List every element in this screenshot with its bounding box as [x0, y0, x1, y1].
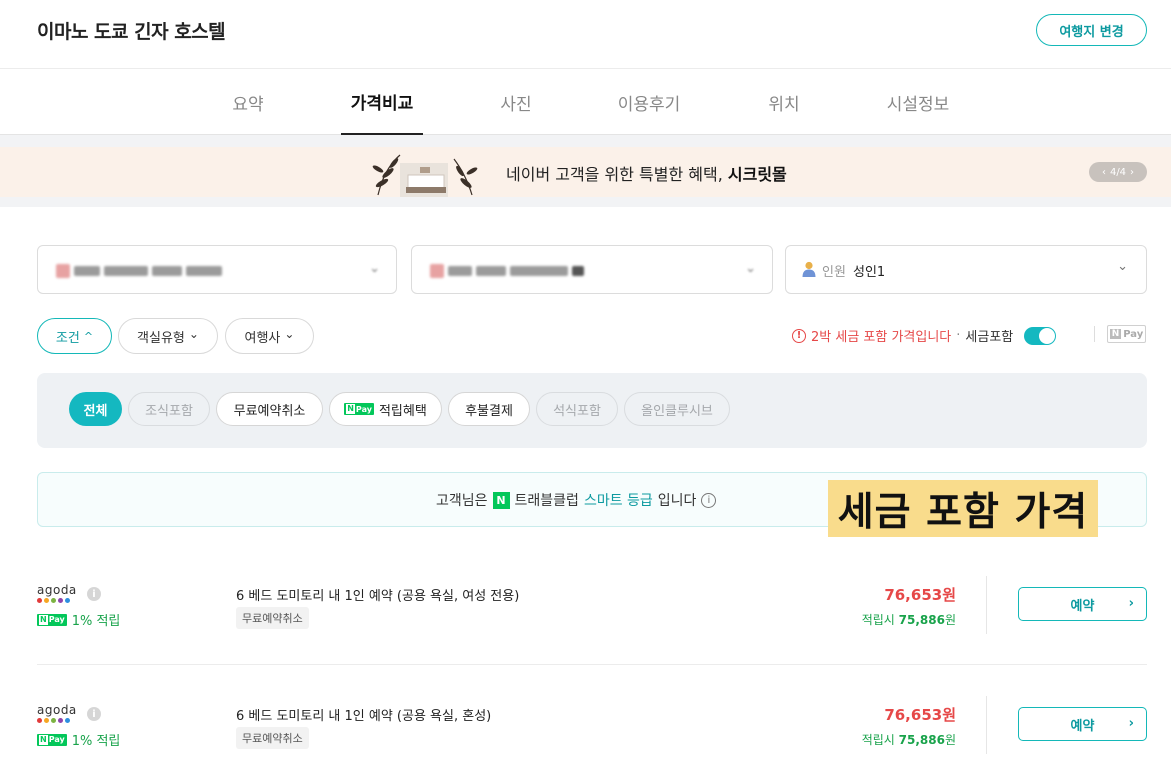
npay-reward: N Pay 1% 적립: [37, 730, 120, 749]
agoda-logo: agoda: [37, 704, 79, 723]
divider: [1094, 326, 1095, 342]
tab-price-compare[interactable]: 가격비교: [341, 69, 423, 135]
tab-summary[interactable]: 요약: [212, 69, 284, 135]
checkin-field[interactable]: ⌄: [37, 245, 397, 294]
npay-icon: N Pay: [37, 613, 67, 626]
checkout-value-redacted: [430, 264, 584, 278]
promo-banner[interactable]: 네이버 고객을 위한 특별한 혜택, 시크릿몰 ‹ 4/4 ›: [0, 147, 1171, 197]
chip-free-cancel[interactable]: 무료예약취소: [216, 392, 323, 426]
filter-conditions-button[interactable]: 조건 ^: [37, 318, 112, 354]
npay-icon: N Pay: [344, 403, 374, 415]
info-icon[interactable]: i: [701, 492, 717, 508]
tab-facilities[interactable]: 시설정보: [872, 69, 964, 135]
reward-price: 적립시 75,886원: [861, 733, 956, 747]
guest-value: 성인1: [853, 265, 886, 280]
grade-level: 스마트 등급: [583, 493, 653, 509]
chip-rewards[interactable]: N Pay 적립혜택: [329, 392, 442, 426]
tax-notice: ! 2박 세금 포함 가격입니다 · 세금포함: [792, 326, 1057, 345]
tab-photos[interactable]: 사진: [480, 69, 552, 135]
naver-n-icon: N: [492, 491, 510, 509]
checkout-chevron-icon: ⌄: [745, 261, 756, 276]
divider: [37, 664, 1147, 665]
checkin-value-redacted: [56, 264, 222, 278]
divider: [986, 576, 987, 634]
tax-include-toggle[interactable]: [1024, 326, 1057, 345]
chip-breakfast[interactable]: 조식포함: [128, 392, 210, 426]
checkout-field[interactable]: ⌄: [411, 245, 773, 294]
npay-reward: N Pay 1% 적립: [37, 610, 120, 629]
banner-text: 네이버 고객을 위한 특별한 혜택, 시크릿몰: [506, 165, 787, 184]
banner-pager[interactable]: ‹ 4/4 ›: [1089, 162, 1147, 182]
section-gap: [0, 197, 1171, 207]
chip-pay-later[interactable]: 후불결제: [448, 392, 530, 426]
chevron-up-icon: ^: [83, 329, 94, 343]
membership-grade-text: 고객님은 N 트래블클럽 스마트 등급 입니다 i: [436, 490, 717, 510]
npay-icon: N Pay: [37, 733, 67, 746]
checkin-chevron-icon: ⌄: [369, 261, 380, 276]
chip-dinner[interactable]: 석식포함: [536, 392, 618, 426]
chip-all[interactable]: 전체: [69, 392, 122, 426]
change-destination-button[interactable]: 여행지 변경: [1036, 14, 1147, 46]
tax-notice-text: 2박 세금 포함 가격입니다: [811, 330, 952, 345]
room-name: 6 베드 도미토리 내 1인 예약 (공용 욕실, 여성 전용): [236, 589, 520, 604]
page-header: 이마노 도쿄 긴자 호스텔 여행지 변경: [0, 0, 1171, 69]
alert-circle-icon: !: [792, 328, 806, 343]
price: 76,653원: [884, 706, 956, 724]
guest-field[interactable]: 인원 성인1 ⌄: [785, 245, 1147, 294]
divider: [986, 696, 987, 754]
tab-reviews[interactable]: 이용후기: [603, 69, 695, 135]
banner-next-icon[interactable]: ›: [1130, 167, 1134, 178]
condition-chip-panel: 전체 조식포함 무료예약취소 N Pay 적립혜택 후불결제 석식포함 올인클루시…: [37, 373, 1147, 448]
banner-page-count: 4/4: [1109, 166, 1127, 178]
agency-info-icon[interactable]: i: [87, 707, 101, 721]
bedroom-illustration: [372, 154, 478, 197]
npay-filter-badge[interactable]: N Pay: [1107, 325, 1146, 343]
annotation-overlay-label: 세금 포함 가격: [828, 480, 1098, 537]
filter-room-type-button[interactable]: 객실유형 ⌄: [118, 318, 218, 354]
chevron-right-icon: ›: [1128, 716, 1134, 731]
chip-all-inclusive[interactable]: 올인클루시브: [624, 392, 730, 426]
section-tabs: 요약 가격비교 사진 이용후기 위치 시설정보: [0, 69, 1171, 135]
price: 76,653원: [884, 586, 956, 604]
book-button[interactable]: 예약 ›: [1018, 587, 1147, 621]
agency-info-icon[interactable]: i: [87, 587, 101, 601]
reward-price: 적립시 75,886원: [861, 613, 956, 627]
section-gap: [0, 135, 1171, 147]
agoda-logo: agoda: [37, 584, 79, 603]
offer-row: agoda i N Pay 1% 적립 6 베드 도미토리 내 1인 예약 (공용…: [37, 696, 1147, 763]
tab-location[interactable]: 위치: [748, 69, 820, 135]
free-cancel-tag: 무료예약취소: [236, 607, 309, 629]
chevron-down-icon: ⌄: [188, 327, 199, 341]
tax-toggle-label: 세금포함: [965, 330, 1014, 345]
guest-chevron-icon: ⌄: [1117, 259, 1128, 274]
offer-row: agoda i N Pay 1% 적립 6 베드 도미토리 내 1인 예약 (공용…: [37, 576, 1147, 674]
book-button[interactable]: 예약 ›: [1018, 707, 1147, 741]
hotel-title: 이마노 도쿄 긴자 호스텔: [37, 21, 226, 43]
chevron-down-icon: ⌄: [284, 327, 295, 341]
person-icon: [802, 261, 816, 277]
guest-label: 인원: [822, 265, 846, 280]
filter-agency-button[interactable]: 여행사 ⌄: [225, 318, 314, 354]
banner-highlight: 시크릿몰: [727, 165, 787, 184]
free-cancel-tag: 무료예약취소: [236, 727, 309, 749]
banner-prev-icon[interactable]: ‹: [1102, 167, 1106, 178]
room-name: 6 베드 도미토리 내 1인 예약 (공용 욕실, 혼성): [236, 709, 492, 724]
chevron-right-icon: ›: [1128, 596, 1134, 611]
